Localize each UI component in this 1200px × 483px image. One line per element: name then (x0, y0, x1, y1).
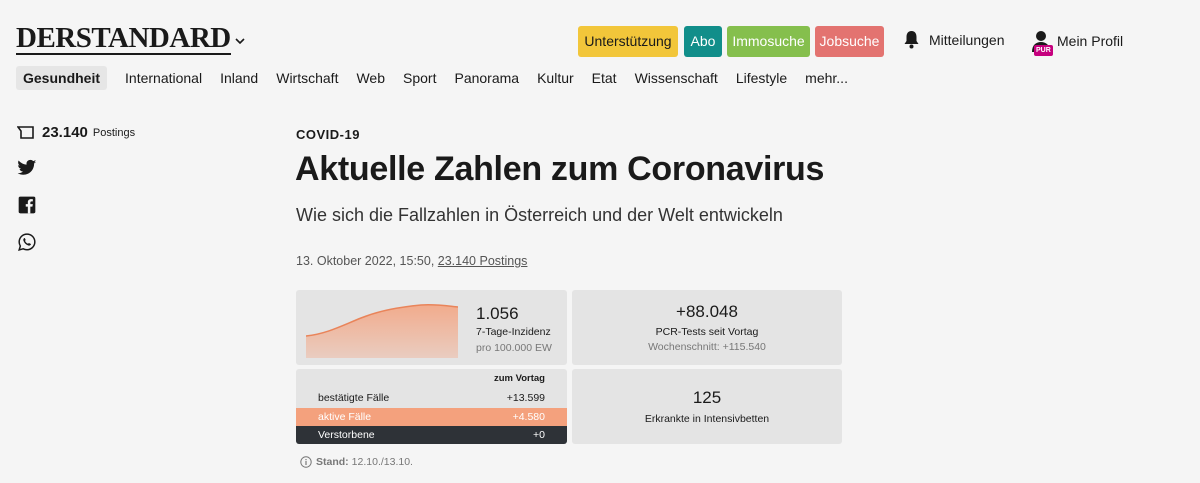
share-rail: 23.140 Postings (17, 124, 135, 252)
row-value: +0 (533, 429, 545, 441)
postings-link[interactable]: 23.140 Postings (17, 124, 135, 141)
pcr-value: +88.048 (676, 302, 738, 321)
pcr-card[interactable]: +88.048 PCR-Tests seit Vortag Wochenschn… (572, 290, 842, 365)
row-label: bestätigte Fälle (318, 392, 390, 404)
data-timestamp: Stand: 12.10./13.10. (300, 456, 413, 468)
twitter-icon[interactable] (17, 158, 37, 178)
inzidenz-card[interactable]: 1.056 7-Tage-Inzidenz pro 100.000 EW (296, 290, 567, 365)
postings-count: 23.140 (42, 124, 88, 141)
jobsuche-button[interactable]: Jobsuche (815, 26, 884, 57)
cases-table[interactable]: zum Vortag bestätigte Fälle +13.599 akti… (296, 369, 567, 444)
icu-label: Erkrankte in Intensivbetten (644, 413, 770, 425)
row-label: aktive Fälle (318, 411, 372, 423)
nav-item-international[interactable]: International (125, 66, 202, 90)
pcr-label: PCR-Tests seit Vortag (655, 326, 759, 338)
nav-item-panorama[interactable]: Panorama (454, 66, 519, 90)
icu-value: 125 (692, 388, 722, 407)
pcr-sub: Wochenschnitt: +115.540 (648, 341, 766, 353)
page-title: Aktuelle Zahlen zum Coronavirus (295, 150, 825, 188)
profile-label: Mein Profil (1057, 33, 1124, 49)
pur-badge: PUR (1034, 45, 1053, 56)
table-row: Verstorbene +0 (296, 426, 567, 444)
notifications-label: Mitteilungen (929, 31, 1005, 48)
nav-item-web[interactable]: Web (356, 66, 385, 90)
subtitle: Wie sich die Fallzahlen in Österreich un… (296, 205, 783, 225)
inzidenz-sub: pro 100.000 EW (476, 342, 552, 354)
table-row: aktive Fälle +4.580 (296, 408, 567, 426)
table-header: zum Vortag (296, 373, 567, 388)
nav-item-sport[interactable]: Sport (403, 66, 436, 90)
notifications-button[interactable]: Mitteilungen (903, 30, 1005, 49)
whatsapp-icon[interactable] (17, 232, 37, 252)
nav-item-gesundheit[interactable]: Gesundheit (16, 66, 108, 90)
chevron-down-icon[interactable] (234, 36, 246, 46)
inzidenz-label: 7-Tage-Inzidenz (476, 326, 551, 338)
row-value: +4.580 (512, 411, 545, 423)
publish-date: 13. Oktober 2022, 15:50, (296, 254, 435, 268)
table-row: bestätigte Fälle +13.599 (296, 389, 567, 407)
immosuche-button[interactable]: Immosuche (727, 26, 810, 57)
facebook-icon[interactable] (17, 195, 37, 215)
row-label: Verstorbene (318, 429, 375, 441)
article-meta: 13. Oktober 2022, 15:50, 23.140 Postings (296, 254, 527, 268)
kicker[interactable]: COVID-19 (296, 127, 360, 142)
nav-item-kultur[interactable]: Kultur (537, 66, 574, 90)
table-header-label: zum Vortag (493, 373, 545, 384)
nav-item-lifestyle[interactable]: Lifestyle (736, 66, 787, 90)
row-value: +13.599 (506, 392, 545, 404)
section-nav: Gesundheit International Inland Wirtscha… (16, 66, 866, 90)
nav-item-mehr[interactable]: mehr... (805, 66, 848, 90)
icu-card[interactable]: 125 Erkrankte in Intensivbetten (572, 369, 842, 444)
inzidenz-value: 1.056 (476, 304, 519, 323)
logo[interactable]: DERSTANDARD (16, 24, 231, 55)
stand-label: Stand: (316, 456, 349, 468)
nav-item-wirtschaft[interactable]: Wirtschaft (276, 66, 338, 90)
postings-label: Postings (92, 126, 136, 139)
abo-button[interactable]: Abo (684, 26, 722, 57)
info-icon[interactable] (300, 456, 312, 468)
postings-count-link[interactable]: 23.140 Postings (438, 254, 528, 268)
unterstuetzung-button[interactable]: Unterstützung (578, 26, 678, 57)
inzidenz-sparkline (306, 304, 458, 358)
stand-value: 12.10./13.10. (351, 456, 413, 468)
nav-item-wissenschaft[interactable]: Wissenschaft (635, 66, 718, 90)
nav-item-inland[interactable]: Inland (220, 66, 258, 90)
nav-item-etat[interactable]: Etat (592, 66, 617, 90)
comment-icon (17, 125, 34, 139)
bell-icon (904, 31, 919, 49)
